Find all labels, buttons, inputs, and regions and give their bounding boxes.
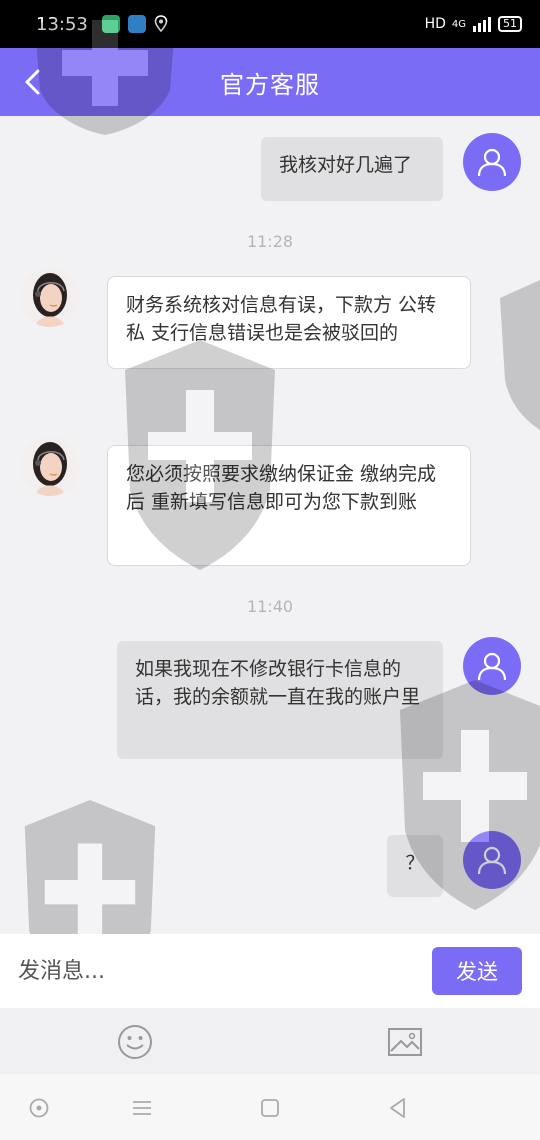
network-label: HD [424, 16, 446, 32]
page-title: 官方客服 [220, 70, 320, 99]
message-text: 您必须按照要求缴纳保证金 缴纳完成后 重新填写信息即可为您下款到账 [126, 463, 437, 513]
agent-photo [20, 267, 80, 327]
agent-avatar[interactable] [20, 436, 80, 496]
home-icon[interactable] [258, 1096, 282, 1120]
image-icon[interactable] [387, 1024, 423, 1060]
system-nav-bar [0, 1074, 540, 1140]
status-time: 13:53 [36, 13, 88, 35]
status-bar: 13:53 HD 4G 51 [0, 0, 540, 48]
chat-area[interactable]: 我核对好几遍了 11:28 财务系统核对信息有误，下款方 公转私 支行信息错误也… [0, 116, 540, 934]
user-message-bubble: ？ [387, 835, 443, 897]
message-text: ？ [405, 852, 425, 874]
emoji-icon[interactable] [117, 1024, 153, 1060]
tool-bar [0, 1008, 540, 1074]
signal-icon [473, 17, 491, 32]
signal-label: 4G [451, 18, 466, 30]
user-message-bubble: 我核对好几遍了 [261, 137, 443, 201]
message-text: 如果我现在不修改银行卡信息的话，我的余额就一直在我的账户里 [135, 658, 421, 708]
user-message-bubble: 如果我现在不修改银行卡信息的话，我的余额就一直在我的账户里 [117, 641, 443, 759]
user-avatar[interactable] [463, 133, 521, 191]
message-text: 财务系统核对信息有误，下款方 公转私 支行信息错误也是会被驳回的 [126, 294, 437, 344]
timestamp: 11:40 [246, 597, 294, 616]
user-avatar[interactable] [463, 831, 521, 889]
timestamp: 11:28 [246, 232, 294, 251]
person-icon [477, 652, 507, 681]
back-icon[interactable] [386, 1096, 410, 1120]
chevron-left-icon[interactable] [18, 66, 50, 98]
message-input-bar: 发送 [0, 934, 540, 1008]
agent-avatar[interactable] [20, 267, 80, 327]
location-icon [154, 15, 168, 33]
cloud-notification-icon [127, 15, 146, 33]
message-text: 我核对好几遍了 [279, 154, 413, 176]
person-icon [477, 148, 507, 177]
app-notification-icon [101, 15, 120, 33]
agent-message-bubble: 财务系统核对信息有误，下款方 公转私 支行信息错误也是会被驳回的 [107, 276, 471, 369]
assistant-icon[interactable] [27, 1096, 51, 1120]
header: 官方客服 [0, 48, 540, 116]
battery-icon: 51 [498, 16, 522, 32]
user-avatar[interactable] [463, 637, 521, 695]
status-right: HD 4G 51 [425, 16, 522, 32]
person-icon [477, 846, 507, 875]
agent-message-bubble: 您必须按照要求缴纳保证金 缴纳完成后 重新填写信息即可为您下款到账 [107, 445, 471, 566]
menu-icon[interactable] [130, 1096, 154, 1120]
message-input[interactable] [18, 958, 432, 984]
agent-photo [20, 436, 80, 496]
send-button[interactable]: 发送 [432, 947, 522, 995]
